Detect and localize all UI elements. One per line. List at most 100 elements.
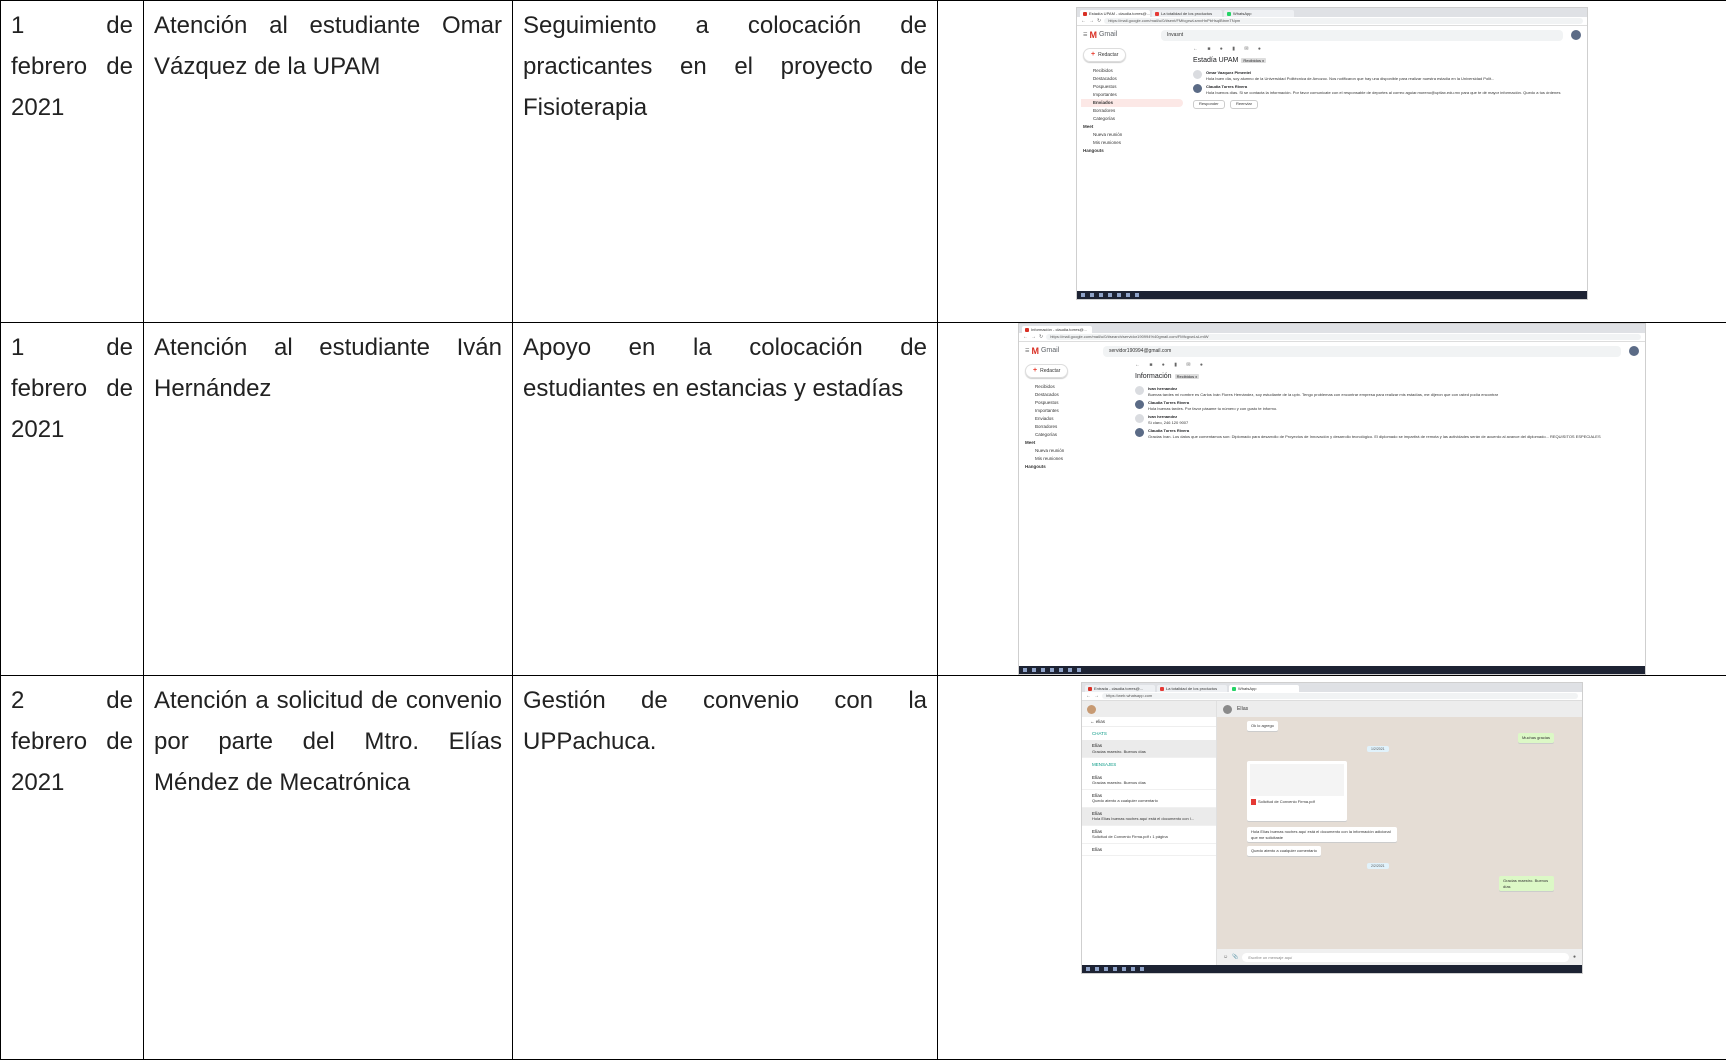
whatsapp-app: ← elias CHATS ElíasGracias maestro. Buen… [1082,701,1582,965]
message-body: Hola buen día, soy alumno de la Universi… [1206,76,1581,82]
label-chip: Recibidos x [1175,374,1200,379]
windows-taskbar [1019,666,1645,674]
email-message: Ivan hernandezBuenas tardes mi nombre es… [1135,386,1639,397]
search-input: ← elias [1082,717,1216,727]
section-header: CHATS [1082,727,1216,740]
label-chip: Recibidos x [1241,58,1266,63]
sidebar-item: Recibidos [1023,383,1125,391]
list-item: ElíasHola Elías buenas noches aquí está … [1082,808,1216,826]
sidebar-item: Pospuestos [1081,83,1183,91]
section-header: MENSAJES [1082,758,1216,771]
email-subject: InformaciónRecibidos x [1135,371,1639,383]
avatar [1135,428,1144,437]
url-field: https://mail.google.com/mail/u/0/#sent/F… [1104,18,1583,24]
menu-icon: ☰ [1083,32,1087,38]
sidebar-item: Mis reuniones [1023,455,1125,463]
address-bar: ← → ↻ https://mail.google.com/mail/u/0/#… [1019,333,1645,342]
activity-cell: Gestión de convenio con la UPPachuca. [513,676,937,762]
date-cell: 2 de febrero de 2021 [1,676,143,803]
attach-icon: 📎 [1232,954,1238,960]
back-icon: ← [1023,334,1028,340]
date-cell: 1 de febrero de 2021 [1,323,143,450]
message-bubble: Gracias maestro. Buenos días [1499,876,1554,891]
message-bubble: Hola Elías buenas noches aquí está el do… [1247,827,1397,842]
meet-header: Meet [1081,123,1183,131]
sidebar-item: Destacados [1081,75,1183,83]
avatar [1135,400,1144,409]
avatar [1223,705,1232,714]
list-item: ElíasSolicitud de Convenio Firma.pdf • 1… [1082,826,1216,844]
sidebar-item: Borradores [1023,423,1125,431]
compose-button: +Redactar [1083,48,1126,62]
gmail-header: ☰MGmail Invasnt [1077,26,1587,44]
reload-icon: ↻ [1097,18,1101,24]
activity-cell: Apoyo en la colocación de estudiantes en… [513,323,937,409]
windows-taskbar [1077,291,1587,299]
avatar [1135,386,1144,395]
pdf-icon [1251,799,1256,805]
message-input-bar: ☺ 📎 Escribe un mensaje aquí ● [1217,949,1582,965]
browser-tab: WhatsApp [1229,685,1299,692]
reply-button: Responder [1193,100,1225,109]
table-row: 1 de febrero de 2021 Atención al estudia… [1,323,1726,676]
sidebar-item: Importantes [1023,407,1125,415]
gmail-logo: ☰MGmail [1083,30,1153,41]
sidebar-item: Nueva reunión [1023,447,1125,455]
email-message: Ivan hernandezSí claro, 246 120 9007 [1135,414,1639,425]
gmail-sidebar: +Redactar Recibidos Destacados Pospuesto… [1077,44,1187,157]
email-message: Omar Vazquez PimentelHola buen día, soy … [1193,70,1581,81]
sidebar-item: Enviados [1081,99,1183,107]
browser-tab: WhatsApp [1224,10,1294,17]
back-icon: ← [1081,18,1086,24]
plus-icon: + [1091,51,1095,58]
table-row: 1 de febrero de 2021 Atención al estudia… [1,1,1726,323]
list-item: ElíasGracias maestro. Buenos días [1082,740,1216,758]
address-bar: ← → ↻ https://mail.google.com/mail/u/0/#… [1077,17,1587,26]
browser-tabs: Información - claudia.torres@... [1019,324,1645,333]
message-body: Hola buenas tardes. Por favor pásame tu … [1148,406,1639,412]
forward-icon: → [1094,693,1099,699]
forward-button: Reenviar [1230,100,1258,109]
browser-tab: Estadía UPAM - claudia.torres@... [1080,10,1150,17]
message-body: Sí claro, 246 120 9007 [1148,420,1639,426]
url-field: https://web.whatsapp.com [1102,693,1578,699]
email-toolbar: ← ■ ● ▮ ✉ ● [1135,362,1639,371]
email-message: Claudia Torres RiveraHola buenas tardes.… [1135,400,1639,411]
compose-button: +Redactar [1025,364,1068,378]
message-body: Buenas tardes mi nombre es Carlos Iván F… [1148,392,1639,398]
activity-log-table: 1 de febrero de 2021 Atención al estudia… [0,0,1726,1060]
evidence-cell: Estadía UPAM - claudia.torres@... La tot… [938,1,1726,323]
message-body: Gracias Ivan. Los datos que comentamos s… [1148,434,1639,440]
gmail-screenshot: Información - claudia.torres@... ← → ↻ h… [1018,323,1646,675]
activity-cell: Seguimiento a colocación de practicantes… [513,1,937,128]
avatar [1135,414,1144,423]
email-message: Claudia Torres RiveraGracias Ivan. Los d… [1135,428,1639,439]
chat-list-panel: ← elias CHATS ElíasGracias maestro. Buen… [1082,701,1217,965]
forward-icon: → [1089,18,1094,24]
conversation-panel: Elías Ok lo agrego 1/2/2021 Muchas graci… [1217,701,1582,965]
emoji-icon: ☺ [1223,954,1228,960]
menu-icon: ☰ [1025,348,1029,354]
browser-tab: La totalidad de los productos [1157,685,1227,692]
date-chip: 1/2/2021 [1367,746,1389,752]
email-subject: Estadía UPAMRecibidos x [1193,55,1581,67]
browser-tab: La totalidad de los productos [1152,10,1222,17]
search-input: Invasnt [1161,30,1563,41]
browser-tab: Entrada - claudia.torres@... [1085,685,1155,692]
email-toolbar: ← ■ ● ▮ ✉ ● [1193,46,1581,55]
avatar [1193,84,1202,93]
meet-header: Meet [1023,439,1125,447]
message-input: Escribe un mensaje aquí [1242,953,1569,962]
list-item: Elías [1082,844,1216,857]
back-icon: ← [1086,693,1091,699]
hangouts-header: Hangouts [1081,147,1183,155]
address-bar: ← → https://web.whatsapp.com [1082,692,1582,701]
sidebar-item: Pospuestos [1023,399,1125,407]
plus-icon: + [1033,367,1037,374]
date-cell: 1 de febrero de 2021 [1,1,143,128]
gmail-sidebar: +Redactar Recibidos Destacados Pospuesto… [1019,360,1129,473]
whatsapp-screenshot: Entrada - claudia.torres@... La totalida… [1081,682,1583,974]
gmail-header: ☰MGmail servidor190994@gmail.com [1019,342,1645,360]
conversation-header: Elías [1217,701,1582,717]
hangouts-header: Hangouts [1023,463,1125,471]
